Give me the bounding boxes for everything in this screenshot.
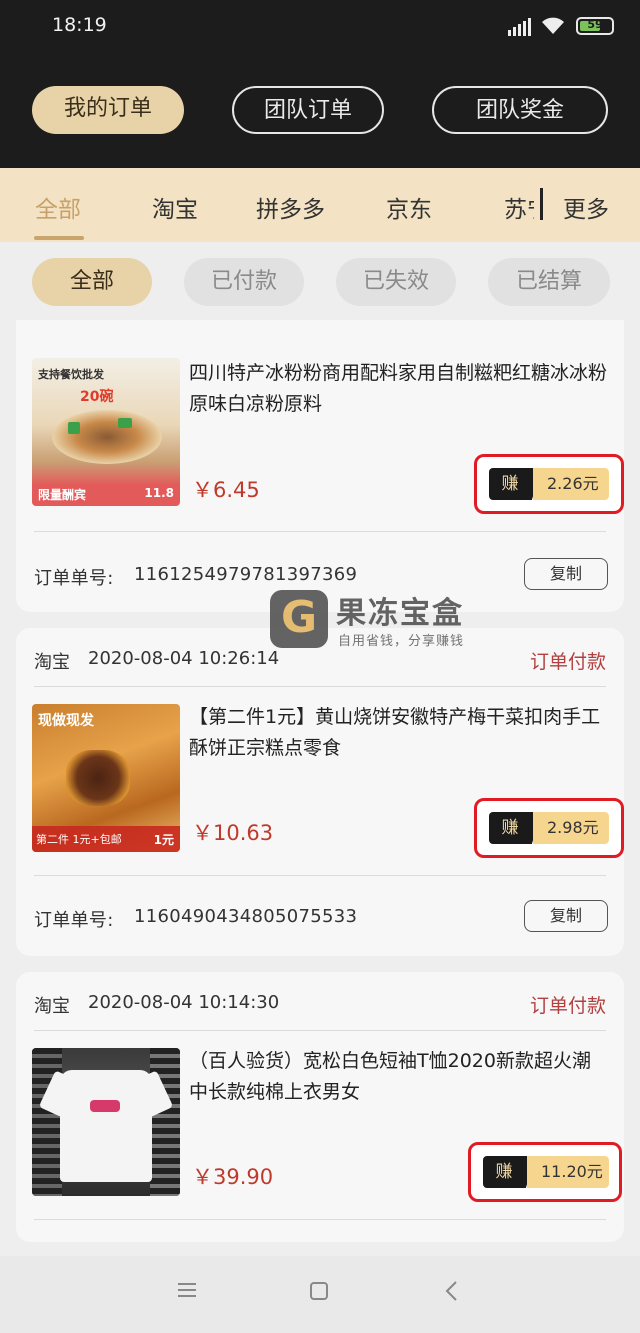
copy-button[interactable]: 复制: [524, 558, 608, 590]
thumb-text: 第二件 1元+包邮: [36, 833, 122, 846]
home-icon[interactable]: [308, 1280, 330, 1302]
wifi-icon: [542, 17, 564, 34]
order-date: 2020-08-04 10:26:14: [88, 648, 280, 669]
product-image: 现做现发 第二件 1元+包邮 1元: [32, 704, 180, 852]
product-price: ￥10.63: [192, 821, 274, 845]
battery-level: 59: [587, 18, 603, 31]
more-divider: [540, 188, 543, 220]
battery-icon: 59: [576, 17, 614, 35]
tab-team-bonus[interactable]: 团队奖金: [432, 86, 608, 134]
cellular-signal-icon: [508, 18, 531, 36]
earn-highlight: 赚 2.98元: [474, 798, 624, 858]
filter-settled[interactable]: 已结算: [488, 258, 610, 306]
thumb-text: 1元: [153, 833, 174, 847]
product-image: [32, 1048, 180, 1196]
tab-my-orders[interactable]: 我的订单: [32, 86, 184, 134]
platform-tab-taobao[interactable]: 淘宝: [152, 190, 198, 224]
earn-amount: 2.98元: [533, 812, 609, 844]
divider: [34, 1219, 606, 1220]
watermark-subtitle: 自用省钱，分享赚钱: [338, 634, 465, 649]
divider: [34, 531, 606, 532]
earn-highlight: 赚 11.20元: [468, 1142, 622, 1202]
active-tab-indicator: [34, 236, 84, 240]
watermark: G 果冻宝盒 自用省钱，分享赚钱: [270, 588, 500, 654]
filter-paid[interactable]: 已付款: [184, 258, 304, 306]
product-title[interactable]: 四川特产冰粉粉商用配料家用自制糍粑红糖冰冰粉原味白凉粉原料: [189, 358, 607, 420]
platform-tab-jd[interactable]: 京东: [386, 190, 432, 224]
order-number: 1161254979781397369: [134, 564, 358, 585]
status-bar: 18:19 59: [0, 0, 640, 52]
copy-button[interactable]: 复制: [524, 900, 608, 932]
back-icon[interactable]: [444, 1280, 460, 1302]
thumb-text: 限量酬宾: [38, 488, 87, 502]
divider: [34, 686, 606, 687]
order-number-label: 订单单号:: [34, 910, 114, 931]
filter-invalid[interactable]: 已失效: [336, 258, 456, 306]
order-card: 支持餐饮批发 20碗 限量酬宾 11.8 四川特产冰粉粉商用配料家用自制糍粑红糖…: [16, 320, 624, 612]
filter-all[interactable]: 全部: [32, 258, 152, 306]
platform-tab-more[interactable]: 更多: [563, 190, 609, 224]
earn-badge: 赚 2.26元: [489, 468, 609, 500]
system-nav-bar: [0, 1256, 640, 1333]
order-status: 订单付款: [529, 995, 606, 1017]
order-card: 淘宝 2020-08-04 10:26:14 订单付款 现做现发 第二件 1元+…: [16, 628, 624, 956]
divider: [34, 1030, 606, 1031]
order-card: 淘宝 2020-08-04 10:14:30 订单付款 （百人验货）宽松白色短袖…: [16, 972, 624, 1242]
watermark-title: 果冻宝盒: [336, 596, 464, 631]
platform-tab-all[interactable]: 全部: [35, 190, 81, 224]
earn-highlight: 赚 2.26元: [474, 454, 624, 514]
product-title[interactable]: （百人验货）宽松白色短袖T恤2020新款超火潮中长款纯棉上衣男女: [189, 1046, 607, 1108]
order-status: 订单付款: [529, 651, 606, 673]
status-time: 18:19: [52, 14, 107, 36]
watermark-logo: G: [270, 590, 328, 648]
platform-tab-suning[interactable]: 苏宁: [504, 190, 534, 224]
product-image: 支持餐饮批发 20碗 限量酬宾 11.8: [32, 358, 180, 506]
tab-team-orders[interactable]: 团队订单: [232, 86, 384, 134]
header: 18:19 59 我的订单 团队订单 团队奖金: [0, 0, 640, 168]
platform-tab-pinduoduo[interactable]: 拼多多: [256, 190, 325, 224]
thumb-text: 20碗: [80, 389, 114, 405]
earn-amount: 11.20元: [527, 1156, 609, 1188]
earn-badge: 赚 11.20元: [483, 1156, 609, 1188]
order-number: 1160490434805075533: [134, 906, 358, 927]
thumb-text: 现做现发: [38, 713, 94, 729]
shop-name: 淘宝: [34, 652, 70, 673]
thumb-text: 支持餐饮批发: [38, 368, 104, 381]
product-price: ￥6.45: [192, 478, 260, 502]
earn-badge: 赚 2.98元: [489, 812, 609, 844]
shop-name: 淘宝: [34, 996, 70, 1017]
earn-amount: 2.26元: [533, 468, 609, 500]
order-number-label: 订单单号:: [34, 568, 114, 589]
thumb-text: 11.8: [144, 486, 174, 500]
order-date: 2020-08-04 10:14:30: [88, 992, 280, 1013]
divider: [34, 875, 606, 876]
product-price: ￥39.90: [192, 1165, 274, 1189]
product-title[interactable]: 【第二件1元】黄山烧饼安徽特产梅干菜扣肉手工酥饼正宗糕点零食: [189, 702, 607, 764]
menu-icon[interactable]: [176, 1280, 198, 1300]
